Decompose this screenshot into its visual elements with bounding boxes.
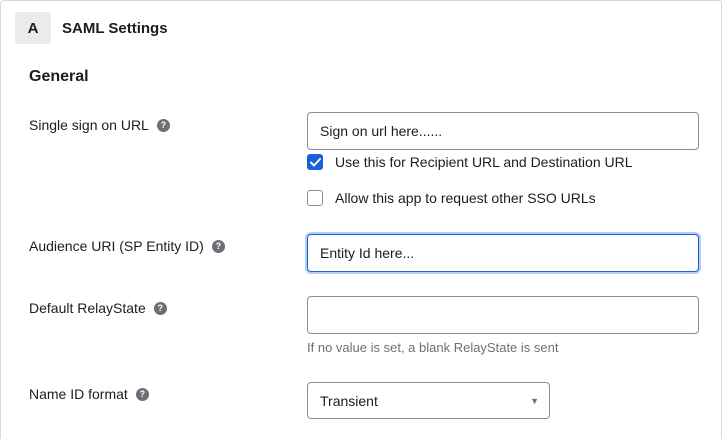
other-sso-checkbox-row[interactable]: Allow this app to request other SSO URLs [307,189,596,207]
relay-state-hint: If no value is set, a blank RelayState i… [307,340,559,355]
saml-settings-panel: A SAML Settings General Single sign on U… [0,0,722,439]
help-icon[interactable]: ? [156,118,170,132]
relay-state-label: Default RelayState [29,300,146,316]
audience-uri-input[interactable] [307,234,699,272]
name-id-format-select[interactable]: Transient ▼ [307,382,550,419]
name-id-format-label: Name ID format [29,386,128,402]
audience-uri-label-row: Audience URI (SP Entity ID) ? [29,237,225,255]
other-sso-checkbox-label[interactable]: Allow this app to request other SSO URLs [335,190,596,206]
checkmark-icon [309,157,321,166]
sso-url-input[interactable] [307,112,699,150]
other-sso-checkbox[interactable] [307,190,323,206]
sso-url-label-row: Single sign on URL ? [29,116,170,134]
caret-down-icon[interactable]: ▼ [530,396,539,406]
help-icon[interactable]: ? [153,301,167,315]
panel-title: SAML Settings [62,20,168,37]
recipient-checkbox-label[interactable]: Use this for Recipient URL and Destinati… [335,154,633,170]
step-badge: A [15,12,51,44]
recipient-checkbox[interactable] [307,154,323,170]
sso-url-label: Single sign on URL [29,117,149,133]
recipient-checkbox-row[interactable]: Use this for Recipient URL and Destinati… [307,153,633,171]
relay-state-input[interactable] [307,296,699,334]
name-id-format-label-row: Name ID format ? [29,385,149,403]
relay-state-label-row: Default RelayState ? [29,299,167,317]
audience-uri-label: Audience URI (SP Entity ID) [29,238,204,254]
name-id-format-selected[interactable]: Transient [320,393,378,409]
section-title-general: General [29,68,89,85]
help-icon[interactable]: ? [211,239,225,253]
help-icon[interactable]: ? [135,387,149,401]
